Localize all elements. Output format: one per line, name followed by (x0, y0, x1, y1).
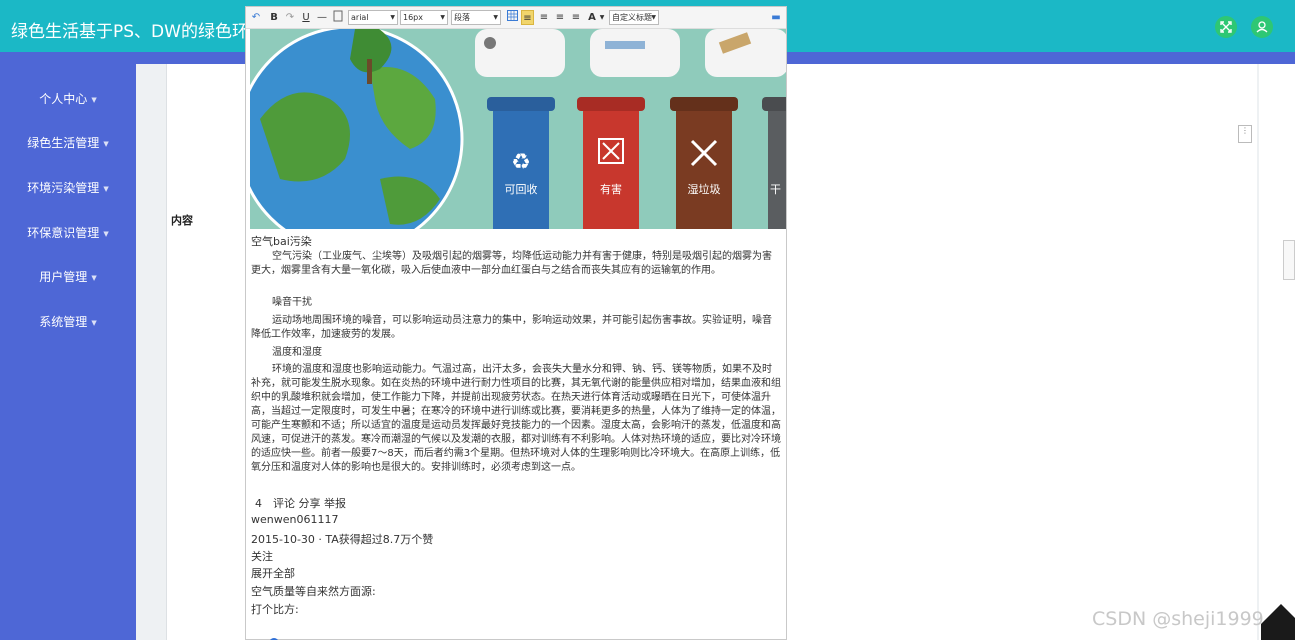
bin-recyclable: ♻ 可回收 (485, 89, 557, 229)
doc-subheading: 噪音干扰 (272, 297, 312, 308)
sidebar-item-system[interactable]: 系统管理 ▼ (0, 313, 136, 330)
paragraph-select[interactable]: 段落 ▼ (451, 10, 501, 25)
sidebar-item-green-life[interactable]: 绿色生活管理 ▼ (0, 134, 136, 151)
sidebar-item-label: 用户管理 (39, 270, 88, 284)
bin-label: 干 (770, 183, 781, 196)
chevron-down-icon: ▼ (103, 140, 109, 148)
chevron-down-icon: ▼ (91, 319, 97, 327)
align-right-icon[interactable]: ≡ (554, 10, 566, 25)
doc-heading: 空气bai污染 (251, 235, 312, 248)
sidebar-item-label: 绿色生活管理 (27, 136, 100, 150)
chevron-down-icon: ▼ (493, 14, 498, 21)
side-handle[interactable]: ⋮ (1238, 125, 1252, 143)
doc-date-line: 2015-10-30 · TA获得超过8.7万个赞 (251, 533, 434, 546)
doc-author: wenwen061117 (251, 513, 339, 526)
font-family-value: arial (351, 13, 369, 22)
user-icon[interactable] (1251, 16, 1273, 38)
font-family-select[interactable]: arial ▼ (348, 10, 398, 25)
bin-wet: 湿垃圾 (668, 89, 740, 229)
undo-icon[interactable]: ↶ (250, 10, 262, 25)
editor-toolbar: ↶ B ↷ U — arial ▼ 16px ▼ 段落 ▼ ≡ ≡ ≡ ≡ A ▼ 自… (246, 7, 786, 29)
expand-icon[interactable] (1215, 16, 1237, 38)
doc-line: 打个比方: (251, 603, 299, 616)
align-center-icon[interactable]: ≡ (538, 10, 550, 25)
horizontal-scroll-slider[interactable] (245, 630, 715, 640)
doc-subheading: 温度和湿度 (272, 347, 322, 358)
redo-icon[interactable]: ↷ (284, 10, 296, 25)
font-size-select[interactable]: 16px ▼ (400, 10, 448, 25)
chevron-down-icon: ▼ (651, 14, 656, 21)
horizontal-rule-icon[interactable]: — (316, 10, 328, 25)
watermark: CSDN @sheji1999 (1092, 608, 1264, 630)
custom-title-select[interactable]: 自定义标题 ▼ (609, 10, 659, 25)
align-justify-icon[interactable]: ≡ (570, 10, 582, 25)
chevron-down-icon: ▼ (91, 274, 97, 282)
doc-line: 空气质量等自来然方面源: (251, 585, 376, 598)
right-margin (1259, 64, 1295, 640)
font-color-button[interactable]: A (586, 10, 598, 25)
doc-follow: 关注 (251, 550, 273, 563)
bin-label: 有害 (600, 183, 622, 196)
chevron-down-icon: ▼ (103, 230, 109, 238)
chevron-down-icon: ▼ (390, 14, 395, 21)
rich-text-editor[interactable]: ↶ B ↷ U — arial ▼ 16px ▼ 段落 ▼ ≡ ≡ ≡ ≡ A ▼ 自… (245, 6, 787, 640)
sidebar-item-label: 个人中心 (39, 92, 88, 106)
bin-label: 湿垃圾 (687, 183, 721, 196)
table-icon[interactable] (506, 10, 518, 25)
app-title: 绿色生活基于PS、DW的绿色环 (11, 22, 249, 42)
chevron-down-icon[interactable]: ▼ (599, 10, 605, 25)
sidebar-item-personal-center[interactable]: 个人中心 ▼ (0, 90, 136, 107)
sidebar-item-users[interactable]: 用户管理 ▼ (0, 268, 136, 285)
chevron-down-icon: ▼ (440, 14, 445, 21)
sidebar-item-pollution[interactable]: 环境污染管理 ▼ (0, 179, 136, 196)
doc-paragraph: 空气污染（工业废气、尘埃等）及吸烟引起的烟雾等，均降低运动能力并有害于健康，特别… (251, 251, 772, 276)
document-icon[interactable] (332, 10, 344, 25)
sidebar-item-awareness[interactable]: 环保意识管理 ▼ (0, 224, 136, 241)
doc-paragraph: 运动场地周围环境的噪音，可以影响运动员注意力的集中，影响运动效果，并可能引起伤害… (251, 315, 772, 340)
font-size-value: 16px (403, 13, 423, 22)
sidebar-item-label: 系统管理 (39, 315, 88, 329)
sidebar-item-label: 环保意识管理 (27, 226, 100, 240)
chevron-down-icon: ▼ (91, 96, 97, 104)
sidebar-item-label: 环境污染管理 (27, 181, 100, 195)
content-field-label: 内容 (171, 214, 193, 227)
bin-hazardous: 有害 (575, 89, 647, 229)
bold-button[interactable]: B (268, 10, 280, 25)
chevron-down-icon: ▼ (103, 185, 109, 193)
bin-label: 可回收 (504, 183, 538, 196)
doc-paragraph: 环境的温度和湿度也影响运动能力。气温过高，出汗太多，会丧失大量水分和钾、钠、钙、… (251, 364, 781, 473)
bin-dry: 干 (760, 89, 786, 229)
garbage-sorting-illustration: ♻ 可回收 有害 湿垃圾 干 (250, 29, 786, 229)
custom-title-value: 自定义标题 (612, 13, 652, 22)
align-left-icon[interactable]: ≡ (521, 10, 534, 25)
sidebar: 个人中心 ▼ 绿色生活管理 ▼ 环境污染管理 ▼ 环保意识管理 ▼ 用户管理 ▼ 系统管理… (0, 52, 136, 640)
underline-button[interactable]: U (300, 10, 312, 25)
side-tab[interactable] (1283, 240, 1295, 280)
svg-text:♻: ♻ (511, 150, 531, 175)
doc-expand-all: 展开全部 (251, 567, 295, 580)
fullscreen-icon[interactable]: ▬ (770, 10, 782, 25)
doc-meta-line: 4 评论 分享 举报 (255, 497, 346, 510)
paragraph-value: 段落 (454, 13, 470, 22)
